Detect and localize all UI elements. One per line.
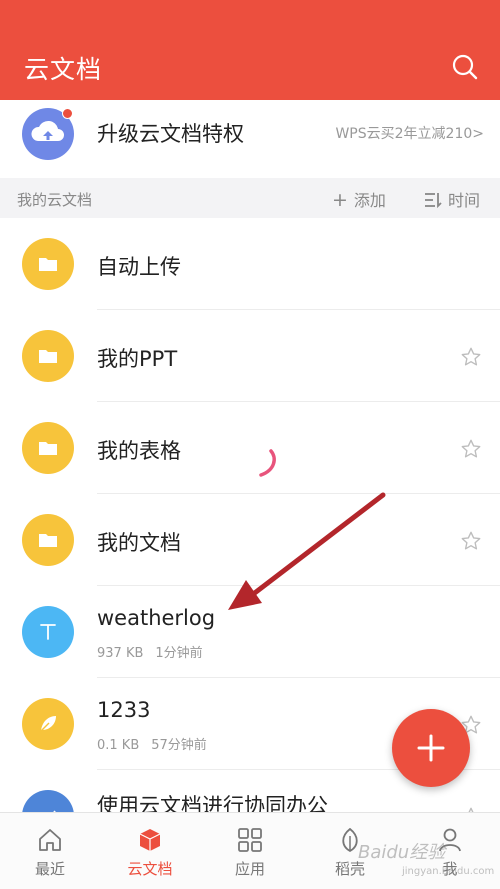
add-label: 添加 — [353, 191, 386, 210]
text-file-icon — [22, 606, 74, 658]
list-item[interactable]: 自动上传 — [0, 218, 500, 310]
loading-spinner-icon — [259, 449, 276, 477]
tab-me[interactable]: 我 — [400, 813, 500, 889]
bottom-nav: 最近 云文档 应用 稻壳 我 — [0, 812, 500, 889]
item-name: 我的PPT — [97, 347, 178, 371]
folder-icon — [22, 514, 74, 566]
tab-label: 我 — [442, 860, 458, 878]
app-header: 云文档 — [0, 0, 500, 100]
upgrade-label: 升级云文档特权 — [97, 122, 244, 146]
item-name: 我的表格 — [97, 439, 181, 463]
star-icon[interactable] — [460, 438, 482, 460]
search-icon[interactable] — [450, 52, 480, 82]
list-item[interactable]: weatherlog 937 KB 1分钟前 — [0, 586, 500, 678]
upgrade-banner[interactable]: 升级云文档特权 WPS云买2年立减210> — [0, 100, 500, 178]
tab-label: 最近 — [34, 860, 65, 878]
item-size: 937 KB — [97, 646, 144, 661]
add-fab-button[interactable] — [392, 709, 470, 787]
plus-icon: + — [332, 189, 348, 211]
home-icon — [39, 829, 61, 851]
list-item[interactable]: 我的PPT — [0, 310, 500, 402]
tab-recent[interactable]: 最近 — [0, 813, 100, 889]
item-name: 自动上传 — [97, 255, 181, 279]
item-meta: 0.1 KB 57分钟前 — [97, 734, 207, 753]
feather-icon — [22, 698, 74, 750]
notification-dot — [62, 108, 73, 119]
item-name: 我的文档 — [97, 531, 181, 555]
section-header: 我的云文档 + 添加 时间 — [0, 178, 500, 218]
tab-apps[interactable]: 应用 — [200, 813, 300, 889]
add-button[interactable]: + 添加 — [332, 187, 386, 211]
upgrade-promo-link[interactable]: WPS云买2年立减210> — [335, 123, 484, 143]
item-time: 1分钟前 — [155, 646, 203, 661]
tab-label: 应用 — [234, 860, 265, 878]
tab-label: 稻壳 — [334, 860, 365, 878]
star-icon[interactable] — [460, 346, 482, 368]
section-title: 我的云文档 — [17, 191, 93, 209]
sort-icon — [425, 193, 442, 209]
star-icon[interactable] — [460, 530, 482, 552]
folder-icon — [22, 238, 74, 290]
grid-icon — [238, 828, 262, 852]
item-meta: 937 KB 1分钟前 — [97, 642, 203, 661]
folder-icon — [22, 330, 74, 382]
page-title: 云文档 — [24, 55, 103, 84]
item-time: 57分钟前 — [151, 738, 207, 753]
tab-label: 云文档 — [127, 860, 173, 878]
leaf-icon — [342, 827, 358, 853]
cube-icon — [139, 829, 161, 851]
item-name: weatherlog — [97, 606, 216, 630]
item-size: 0.1 KB — [97, 738, 140, 753]
sort-label: 时间 — [448, 191, 481, 210]
list-item[interactable]: 我的表格 — [0, 402, 500, 494]
tab-docer[interactable]: 稻壳 — [300, 813, 400, 889]
sort-button[interactable]: 时间 — [424, 187, 480, 211]
folder-icon — [22, 422, 74, 474]
item-name: 1233 — [97, 698, 151, 722]
person-icon — [439, 828, 461, 852]
list-item[interactable]: 我的文档 — [0, 494, 500, 586]
plus-icon — [417, 734, 445, 762]
tab-cloud-docs[interactable]: 云文档 — [100, 813, 200, 889]
